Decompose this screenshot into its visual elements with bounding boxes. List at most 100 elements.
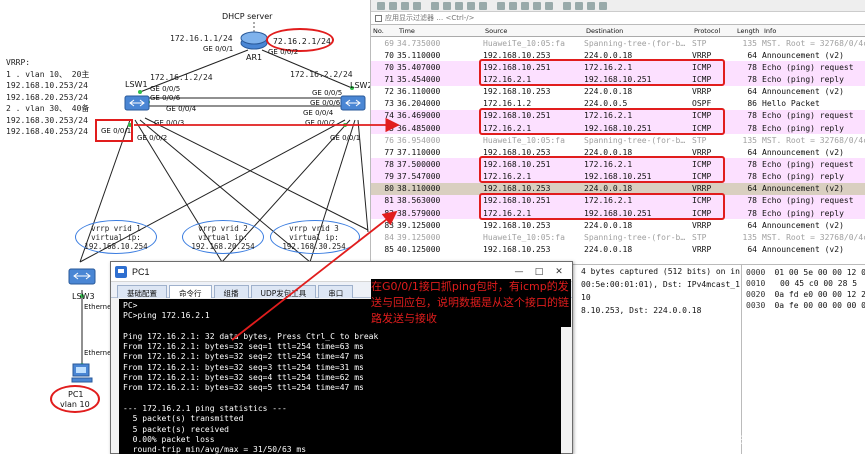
toolbar-icon[interactable] bbox=[479, 2, 487, 10]
col-source[interactable]: Source bbox=[483, 27, 584, 35]
toolbar-icon[interactable] bbox=[401, 2, 409, 10]
packet-info: Echo (ping) request bbox=[762, 196, 854, 206]
lsw2-port-g2: GE 0/0/2 bbox=[305, 119, 336, 127]
vrrp-line: virtual ip: bbox=[198, 233, 248, 242]
packet-row[interactable]: 84 39.125000 HuaweiTe_10:05:fa Spanning-tre… bbox=[371, 231, 865, 244]
vrrp-group-1-text: vrrp vrid 1 virtual ip: 192.168.10.254 bbox=[78, 224, 154, 251]
packet-info: Announcement (v2) bbox=[762, 184, 844, 194]
packet-length: 135 bbox=[742, 232, 757, 242]
hex-line[interactable]: 0000 01 00 5e 00 00 12 0 bbox=[742, 267, 865, 278]
packet-time: 37.110000 bbox=[397, 147, 441, 157]
packet-length: 135 bbox=[742, 38, 757, 48]
col-protocol[interactable]: Protocol bbox=[692, 27, 735, 35]
packet-no: 85 bbox=[384, 244, 394, 254]
packet-no: 75 bbox=[384, 123, 394, 133]
toolbar-icon[interactable] bbox=[587, 2, 595, 10]
toolbar-icon[interactable] bbox=[467, 2, 475, 10]
terminal-line: From 172.16.2.1: bytes=32 seq=2 ttl=254 … bbox=[123, 352, 364, 362]
packet-length: 135 bbox=[742, 135, 757, 145]
close-icon[interactable]: ✕ bbox=[550, 265, 568, 278]
icmp-pair-highlight bbox=[479, 59, 725, 86]
packet-no: 70 bbox=[384, 62, 394, 72]
col-no[interactable]: No. bbox=[371, 27, 397, 35]
toolbar-icon[interactable] bbox=[533, 2, 541, 10]
packet-protocol: VRRP bbox=[692, 220, 712, 230]
terminal-line: --- 172.16.2.1 ping statistics --- bbox=[123, 403, 287, 413]
lsw3-label: LSW3 bbox=[72, 292, 95, 301]
packet-time: 34.735000 bbox=[397, 38, 441, 48]
packet-source: 192.168.10.253 bbox=[483, 87, 551, 97]
vrrp-line: 192.168.20.254 bbox=[191, 242, 255, 251]
tab-serial[interactable]: 串口 bbox=[318, 285, 354, 298]
switch-icon[interactable] bbox=[68, 264, 96, 288]
col-info[interactable]: Info bbox=[762, 27, 865, 35]
packet-destination: 224.0.0.18 bbox=[584, 184, 633, 194]
packet-info: Hello Packet bbox=[762, 99, 820, 109]
pc-icon[interactable] bbox=[70, 362, 94, 384]
lsw2-port-left: GE 0/0/6 bbox=[310, 99, 341, 107]
toolbar-icon[interactable] bbox=[455, 2, 463, 10]
col-destination[interactable]: Destination bbox=[584, 27, 692, 35]
hex-line[interactable]: 0030 0a fe 00 00 00 00 0 bbox=[742, 300, 865, 311]
tab-basic-config[interactable]: 基础配置 bbox=[117, 285, 167, 298]
toolbar-icon[interactable] bbox=[509, 2, 517, 10]
toolbar-icon[interactable] bbox=[431, 2, 439, 10]
packet-length: 78 bbox=[747, 159, 757, 169]
toolbar-icon[interactable] bbox=[413, 2, 421, 10]
hex-line[interactable]: 0010 00 45 c0 00 28 5 bbox=[742, 278, 865, 289]
router-icon[interactable] bbox=[240, 30, 268, 50]
hex-bytes: 00 45 c0 00 28 5 bbox=[780, 279, 858, 288]
vrrp-line: vrrp vrid 2 bbox=[198, 224, 248, 233]
packet-info: Echo (ping) reply bbox=[762, 172, 844, 182]
col-time[interactable]: Time bbox=[397, 27, 483, 35]
packet-time: 36.110000 bbox=[397, 87, 441, 97]
packet-row[interactable]: 72 36.110000 192.168.10.253 224.0.0.18 VRRP 6… bbox=[371, 85, 865, 98]
vrrp-line: 192.168.10.254 bbox=[84, 242, 148, 251]
vrrp-group-2-text: vrrp vrid 2 virtual ip: 192.168.20.254 bbox=[185, 224, 261, 251]
toolbar-icon[interactable] bbox=[443, 2, 451, 10]
toolbar-icon[interactable] bbox=[377, 2, 385, 10]
tab-udp-tool[interactable]: UDP发包工具 bbox=[250, 285, 317, 298]
display-filter-input[interactable] bbox=[385, 12, 845, 24]
packet-row[interactable]: 83 39.125000 192.168.10.253 224.0.0.18 VRRP 6… bbox=[371, 219, 865, 232]
packet-row[interactable]: 76 36.954000 HuaweiTe_10:05:fa Spanning-tre… bbox=[371, 134, 865, 147]
packet-destination: Spanning-tree-(for-b… bbox=[584, 38, 686, 48]
vrrp-note-line: 192.168.40.253/24 bbox=[6, 127, 88, 136]
maximize-icon[interactable]: □ bbox=[530, 265, 548, 278]
lsw1-ip: 172.16.1.2/24 bbox=[150, 73, 213, 82]
packet-source: HuaweiTe_10:05:fa bbox=[483, 38, 565, 48]
toolbar-icon[interactable] bbox=[575, 2, 583, 10]
packet-length: 86 bbox=[747, 99, 757, 109]
packet-destination: 224.0.0.18 bbox=[584, 220, 633, 230]
terminal-line: Ping 172.16.2.1: 32 data bytes, Press Ct… bbox=[123, 331, 379, 341]
toolbar-icon[interactable] bbox=[545, 2, 553, 10]
packet-time: 35.110000 bbox=[397, 50, 441, 60]
packet-row[interactable]: 69 34.735000 HuaweiTe_10:05:fa Spanning-tre… bbox=[371, 37, 865, 50]
packet-source: HuaweiTe_10:05:fa bbox=[483, 232, 565, 242]
toolbar-icon[interactable] bbox=[563, 2, 571, 10]
switch-icon[interactable] bbox=[124, 92, 150, 114]
col-length[interactable]: Length bbox=[735, 27, 762, 35]
switch-icon[interactable] bbox=[340, 92, 366, 114]
toolbar-icon[interactable] bbox=[389, 2, 397, 10]
packet-length: 78 bbox=[747, 208, 757, 218]
minimize-icon[interactable]: — bbox=[510, 265, 528, 278]
packet-no: 81 bbox=[384, 196, 394, 206]
tab-multicast[interactable]: 组播 bbox=[213, 285, 249, 298]
pc1-vlan: vlan 10 bbox=[60, 400, 90, 409]
dhcp-server-label: DHCP server bbox=[222, 12, 273, 21]
packet-length: 64 bbox=[747, 220, 757, 230]
packet-info: Echo (ping) request bbox=[762, 111, 854, 121]
packet-protocol: STP bbox=[692, 38, 707, 48]
toolbar-icon[interactable] bbox=[497, 2, 505, 10]
toolbar-icon[interactable] bbox=[599, 2, 607, 10]
toolbar-icon[interactable] bbox=[521, 2, 529, 10]
tab-command-line[interactable]: 命令行 bbox=[169, 285, 212, 298]
bookmark-icon[interactable] bbox=[375, 14, 382, 22]
packet-length: 78 bbox=[747, 172, 757, 182]
hex-line[interactable]: 0020 0a fd e0 00 00 12 2 bbox=[742, 289, 865, 300]
packet-row[interactable]: 85 40.125000 192.168.10.253 224.0.0.18 VRRP 6… bbox=[371, 243, 865, 256]
hex-offset: 0010 bbox=[746, 279, 766, 288]
packet-time: 40.125000 bbox=[397, 244, 441, 254]
annotation-text: 在G0/0/1接口抓ping包时，有icmp的发送与回应包，说明数据是从这个接口… bbox=[371, 279, 571, 327]
